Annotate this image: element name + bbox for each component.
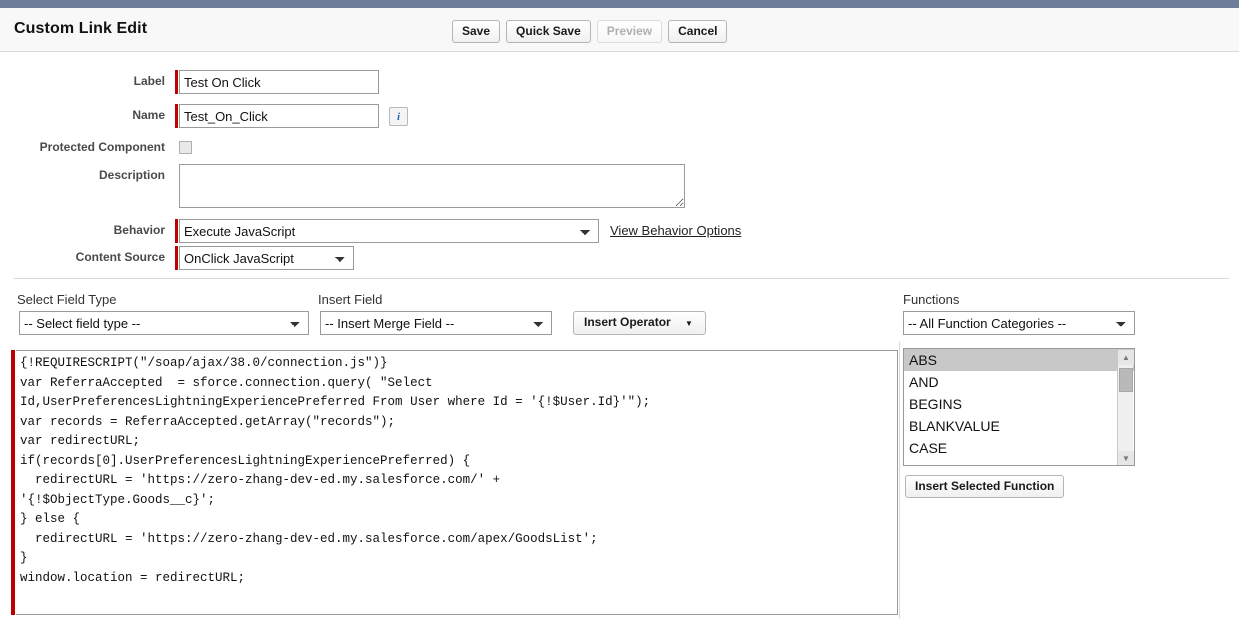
quick-save-button[interactable]: Quick Save — [506, 20, 591, 43]
behavior-select[interactable]: Execute JavaScript — [179, 219, 599, 243]
insert-operator-label: Insert Operator — [584, 315, 671, 329]
function-list-item[interactable]: ABS — [904, 349, 1134, 371]
behavior-row: Behavior Execute JavaScript View Behavio… — [0, 219, 741, 243]
code-required-marker — [11, 350, 15, 615]
insert-field-select[interactable]: -- Insert Merge Field -- — [320, 311, 552, 335]
content-source-row: Content Source OnClick JavaScript — [0, 246, 354, 270]
chevron-down-icon: ▼ — [685, 319, 693, 328]
protected-component-checkbox[interactable] — [179, 141, 192, 154]
browser-chrome-bar — [0, 0, 1239, 8]
function-list-item[interactable]: BEGINS — [904, 393, 1134, 415]
function-list-item[interactable]: CASESAFEID — [904, 459, 1134, 465]
functions-label: Functions — [903, 292, 960, 307]
function-list-item[interactable]: CASE — [904, 437, 1134, 459]
behavior-label: Behavior — [113, 223, 165, 237]
content-source-required-marker — [175, 246, 178, 270]
function-list-item[interactable]: AND — [904, 371, 1134, 393]
name-required-marker — [175, 104, 178, 128]
name-input[interactable] — [179, 104, 379, 128]
save-button[interactable]: Save — [452, 20, 501, 43]
name-field-label: Name — [132, 108, 165, 122]
protected-component-row: Protected Component — [0, 136, 192, 154]
functions-listbox[interactable]: ABS AND BEGINS BLANKVALUE CASE CASESAFEI… — [903, 348, 1135, 466]
content-source-label: Content Source — [75, 250, 165, 264]
header-button-group: Save Quick Save Preview Cancel — [452, 20, 728, 43]
label-field-label: Label — [133, 74, 165, 88]
editor-column-divider — [899, 342, 900, 618]
scrollbar-thumb[interactable] — [1119, 368, 1133, 392]
select-field-type-select[interactable]: -- Select field type -- — [19, 311, 309, 335]
functions-scrollbar[interactable]: ▲ ▼ — [1117, 350, 1134, 465]
insert-operator-button[interactable]: Insert Operator ▼ — [573, 311, 706, 335]
insert-field-label: Insert Field — [318, 292, 383, 307]
scroll-up-arrow-icon[interactable]: ▲ — [1118, 350, 1134, 365]
view-behavior-options-link[interactable]: View Behavior Options — [610, 223, 741, 238]
info-icon[interactable]: i — [389, 107, 408, 126]
function-list-item[interactable]: BLANKVALUE — [904, 415, 1134, 437]
page-header: Custom Link Edit Save Quick Save Preview… — [0, 8, 1239, 52]
name-field-row: Name i — [0, 104, 408, 128]
custom-link-detail-form: Label Name i Protected Component Descrip… — [0, 52, 1239, 272]
description-row: Description — [0, 164, 685, 208]
behavior-required-marker — [175, 219, 178, 243]
content-source-select[interactable]: OnClick JavaScript — [179, 246, 354, 270]
description-label: Description — [98, 168, 165, 182]
description-textarea[interactable] — [179, 164, 685, 208]
function-category-select[interactable]: -- All Function Categories -- — [903, 311, 1135, 335]
scroll-down-arrow-icon[interactable]: ▼ — [1118, 451, 1134, 465]
page-title: Custom Link Edit — [14, 20, 148, 37]
formula-editor-section: Select Field Type Insert Field Functions… — [0, 292, 1239, 618]
protected-component-label: Protected Component — [39, 140, 165, 154]
formula-code-textarea[interactable]: {!REQUIRESCRIPT("/soap/ajax/38.0/connect… — [16, 350, 898, 615]
label-input[interactable] — [179, 70, 379, 94]
label-required-marker — [175, 70, 178, 94]
insert-selected-function-button[interactable]: Insert Selected Function — [905, 475, 1065, 498]
select-field-type-label: Select Field Type — [17, 292, 117, 307]
label-field-row: Label — [0, 70, 379, 94]
cancel-button[interactable]: Cancel — [668, 20, 728, 43]
section-divider — [14, 278, 1229, 279]
preview-button: Preview — [596, 20, 663, 43]
